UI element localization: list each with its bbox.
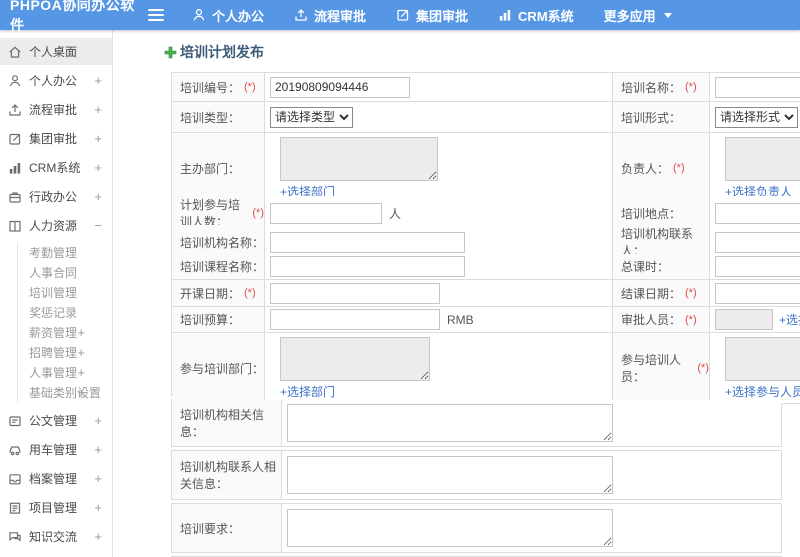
sidebar-item-projects[interactable]: 项目管理 + xyxy=(0,494,112,521)
upload-icon xyxy=(8,103,22,117)
sidebar-hr-submenu: 考勤管理 人事合同 培训管理 奖惩记录 薪资管理 + 招聘管理 + 人事管理 +… xyxy=(17,242,112,402)
label-participants: 参与培训人员： (*) xyxy=(613,333,710,404)
requirement-row: 培训要求： xyxy=(171,503,782,553)
sidebar-item-personal-office[interactable]: 个人办公 + xyxy=(0,67,112,94)
label-approver: 审批人员： (*) xyxy=(613,307,710,333)
planned-count-input[interactable] xyxy=(270,202,382,224)
sidebar-subitem-training[interactable]: 培训管理 xyxy=(18,282,112,302)
edit-icon xyxy=(396,8,410,22)
sidebar: 个人桌面 个人办公 + 流程审批 + 集团审批 + CRM系统 + 行政办公 + xyxy=(0,30,113,557)
sidebar-item-archives[interactable]: 档案管理 + xyxy=(0,465,112,492)
requirement-textarea[interactable] xyxy=(287,509,613,547)
select-participants-link[interactable]: +选择参与人员 xyxy=(725,383,800,400)
end-date-input[interactable] xyxy=(715,282,800,304)
org-contact-input[interactable] xyxy=(715,231,800,253)
approver-input[interactable] xyxy=(715,309,773,330)
label-leader: 负责人： (*) xyxy=(613,133,710,204)
join-dept-textarea[interactable] xyxy=(280,337,430,381)
org-name-input[interactable] xyxy=(270,231,465,253)
sidebar-subitem-hr-contract[interactable]: 人事合同 xyxy=(18,262,112,282)
label-requirement: 培训要求： xyxy=(172,504,282,552)
app-logo: PHPOA协同办公软件 xyxy=(10,0,135,33)
archive-icon xyxy=(8,472,22,486)
total-hours-input[interactable] xyxy=(715,256,800,277)
training-name-input[interactable] xyxy=(715,76,800,98)
sidebar-item-group-approval[interactable]: 集团审批 + xyxy=(0,125,112,152)
select-approver-link[interactable]: +选择审批人员 xyxy=(779,311,800,328)
label-budget: 培训预算： xyxy=(172,307,265,333)
upload-icon xyxy=(294,8,308,22)
label-start-date: 开课日期： (*) xyxy=(172,280,265,307)
leader-textarea[interactable] xyxy=(725,137,800,181)
select-join-dept-link[interactable]: +选择部门 xyxy=(280,383,335,400)
sidebar-item-vehicles[interactable]: 用车管理 + xyxy=(0,436,112,463)
home-icon xyxy=(8,45,22,59)
sidebar-subitem-recruit[interactable]: 招聘管理 + xyxy=(18,342,112,362)
sidebar-subitem-salary[interactable]: 薪资管理 + xyxy=(18,322,112,342)
participants-textarea[interactable] xyxy=(725,337,800,381)
label-course-name: 培训课程名称： xyxy=(172,254,265,280)
topbar: PHPOA协同办公软件 个人办公 流程审批 集团审批 CRM系统 更多应用 xyxy=(0,0,800,33)
sidebar-item-knowledge[interactable]: 知识交流 + xyxy=(0,523,112,550)
sidebar-item-admin-office[interactable]: 行政办公 + xyxy=(0,183,112,210)
nav-item-personal-office[interactable]: 个人办公 xyxy=(192,6,264,25)
training-number-input[interactable] xyxy=(270,76,410,98)
sidebar-item-crm[interactable]: CRM系统 + xyxy=(0,154,112,181)
top-nav: 个人办公 流程审批 集团审批 CRM系统 更多应用 xyxy=(192,6,672,25)
training-type-select[interactable]: 请选择类型 xyxy=(270,106,353,128)
budget-input[interactable] xyxy=(270,309,440,330)
user-icon xyxy=(192,8,206,22)
sidebar-subitem-personnel[interactable]: 人事管理 + xyxy=(18,362,112,382)
contact-info-textarea[interactable] xyxy=(287,456,613,494)
sidebar-subitem-base-category[interactable]: 基础类别设置 + xyxy=(18,382,112,402)
label-contact-info: 培训机构联系人相关信息： xyxy=(172,451,282,499)
bar-chart-icon xyxy=(498,8,512,22)
label-total-hours: 总课时： xyxy=(613,254,710,280)
label-end-date: 结课日期： (*) xyxy=(613,280,710,307)
training-place-input[interactable] xyxy=(715,202,800,224)
org-info-row: 培训机构相关信息： xyxy=(171,399,782,447)
training-form-select[interactable]: 请选择形式 xyxy=(715,106,798,128)
caret-down-icon xyxy=(663,12,672,18)
label-training-type: 培训类型： xyxy=(172,102,265,133)
sidebar-item-personal-desktop[interactable]: 个人桌面 xyxy=(0,38,112,65)
sidebar-subitem-attendance[interactable]: 考勤管理 xyxy=(18,242,112,262)
chat-icon xyxy=(8,530,22,544)
course-name-input[interactable] xyxy=(270,256,465,277)
document-icon xyxy=(8,414,22,428)
nav-item-more-apps[interactable]: 更多应用 xyxy=(604,6,672,25)
sidebar-item-workflow-approval[interactable]: 流程审批 + xyxy=(0,96,112,123)
sidebar-item-documents[interactable]: 公文管理 + xyxy=(0,407,112,434)
label-host-dept: 主办部门： xyxy=(172,133,265,204)
plus-icon xyxy=(164,46,177,59)
contact-info-row: 培训机构联系人相关信息： xyxy=(171,450,782,500)
training-form-table: 培训编号：(*) 培训名称：(*) 培训类型： 请选择类型 培训形式： 请选择形… xyxy=(171,72,800,404)
host-dept-textarea[interactable] xyxy=(280,137,438,181)
label-training-number: 培训编号： (*) xyxy=(172,73,265,102)
nav-item-group-approval[interactable]: 集团审批 xyxy=(396,6,468,25)
main-content: 培训计划发布 培训编号：(*) 培训名称：(*) 培训类型： 请选择类型 培训形… xyxy=(113,30,800,557)
clipboard-icon xyxy=(8,501,22,515)
nav-item-workflow-approval[interactable]: 流程审批 xyxy=(294,6,366,25)
briefcase-icon xyxy=(8,190,22,204)
start-date-input[interactable] xyxy=(270,282,440,304)
label-training-form: 培训形式： xyxy=(613,102,710,133)
bar-chart-icon xyxy=(8,161,22,175)
sidebar-subitem-rewards[interactable]: 奖惩记录 xyxy=(18,302,112,322)
sidebar-item-hr[interactable]: 人力资源 − xyxy=(0,212,112,239)
menu-toggle-icon[interactable] xyxy=(148,9,164,21)
page-title: 培训计划发布 xyxy=(164,42,800,62)
label-org-info: 培训机构相关信息： xyxy=(172,400,282,446)
user-icon xyxy=(8,74,22,88)
label-training-name: 培训名称： (*) xyxy=(613,73,710,102)
edit-icon xyxy=(8,132,22,146)
car-icon xyxy=(8,443,22,457)
org-info-textarea[interactable] xyxy=(287,404,613,442)
nav-item-crm[interactable]: CRM系统 xyxy=(498,6,574,25)
label-join-dept: 参与培训部门： xyxy=(172,333,265,404)
book-icon xyxy=(8,219,22,233)
